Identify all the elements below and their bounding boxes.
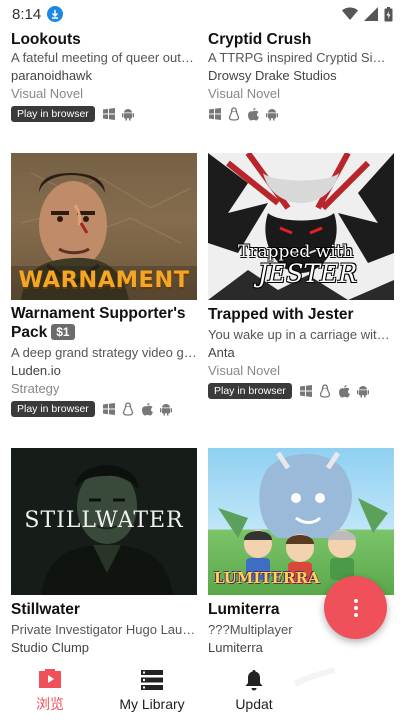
android-icon (121, 108, 134, 120)
android-icon (266, 108, 278, 120)
platform-row: Play in browser (11, 105, 197, 122)
game-card-warnament[interactable]: WARNAMENT Warnament Supporter's Pack $1 A… (11, 153, 197, 417)
game-card-lookouts[interactable]: Lookouts A fateful meeting of queer outc… (11, 30, 197, 122)
apple-icon (141, 402, 153, 415)
game-card-cryptid-crush[interactable]: Cryptid Crush A TTRPG inspired Cryptid S… (208, 30, 394, 122)
game-genre: Visual Novel (208, 86, 281, 101)
dot-icon (353, 605, 358, 610)
status-time: 8:14 (12, 5, 42, 23)
dot-icon (353, 612, 358, 617)
game-author[interactable]: Studio Clump (11, 639, 197, 657)
bell-icon (245, 669, 263, 690)
android-icon (159, 403, 172, 415)
game-author[interactable]: Luden.io (11, 362, 197, 380)
game-card-stillwater[interactable]: STILLWATER Stillwater Private Investigat… (11, 448, 197, 657)
game-title[interactable]: Warnament Supporter's Pack (11, 305, 186, 341)
linux-icon (122, 401, 133, 416)
game-cover-image[interactable]: Trapped with JESTER (208, 153, 394, 300)
game-author[interactable]: Anta (208, 344, 394, 362)
game-genre: Visual Novel (11, 86, 84, 101)
price-badge: $1 (51, 324, 75, 340)
windows-icon (209, 107, 221, 120)
game-description: A fateful meeting of queer outcasts (11, 50, 197, 65)
wifi-icon (342, 7, 358, 20)
game-description: A deep grand strategy video game (11, 345, 197, 360)
signal-icon (364, 7, 378, 21)
platform-row (208, 105, 394, 122)
library-icon (141, 669, 163, 690)
game-cover-image[interactable]: STILLWATER (11, 448, 197, 595)
cover-title-text: LUMITERRA (214, 569, 320, 587)
game-genre: Visual Novel (208, 363, 281, 378)
game-grid[interactable]: Lookouts A fateful meeting of queer outc… (0, 0, 405, 660)
cover-title-text: WARNAMENT (18, 267, 190, 293)
tab-browse[interactable]: 浏览 (20, 660, 80, 720)
windows-icon (102, 402, 115, 415)
apple-icon (338, 384, 350, 397)
game-title[interactable]: Stillwater (11, 600, 197, 619)
tab-my-library[interactable]: My Library (112, 660, 192, 720)
game-author[interactable]: Drowsy Drake Studios (208, 67, 394, 85)
platform-row: Play in browser (208, 382, 394, 399)
apple-icon (248, 107, 259, 120)
linux-icon (319, 383, 330, 398)
more-actions-fab[interactable] (324, 576, 387, 639)
game-author[interactable]: paranoidhawk (11, 67, 197, 85)
game-title[interactable]: Lookouts (11, 30, 197, 49)
game-cover-image[interactable]: LUMITERRA (208, 448, 394, 595)
game-description: You wake up in a carriage with a jester (208, 327, 394, 342)
download-notification-icon (47, 6, 64, 22)
status-bar: 8:14 (0, 0, 405, 28)
dot-icon (353, 598, 358, 603)
game-cover-image[interactable]: WARNAMENT (11, 153, 197, 300)
cover-title-line-2: JESTER (258, 259, 358, 288)
browse-icon (39, 668, 61, 688)
platform-row: Play in browser (11, 400, 197, 417)
tab-label: My Library (119, 695, 185, 712)
game-description: A TTRPG inspired Cryptid Simulator (208, 50, 394, 65)
android-icon (356, 385, 369, 397)
windows-icon (102, 107, 115, 120)
linux-icon (228, 106, 240, 121)
game-description: Private Investigator Hugo Laurent (11, 622, 197, 637)
game-title[interactable]: Cryptid Crush (208, 30, 394, 49)
play-in-browser-badge: Play in browser (11, 105, 95, 122)
game-title[interactable]: Trapped with Jester (208, 305, 394, 324)
tab-label: 浏览 (36, 695, 64, 712)
play-in-browser-badge: Play in browser (11, 400, 95, 417)
windows-icon (299, 384, 312, 397)
game-card-trapped-with-jester[interactable]: Trapped with JESTER Trapped with Jester … (208, 153, 394, 399)
battery-icon (384, 6, 393, 21)
play-in-browser-badge: Play in browser (208, 382, 292, 399)
cover-title-text: STILLWATER (24, 508, 184, 533)
game-genre: Strategy (11, 381, 60, 396)
